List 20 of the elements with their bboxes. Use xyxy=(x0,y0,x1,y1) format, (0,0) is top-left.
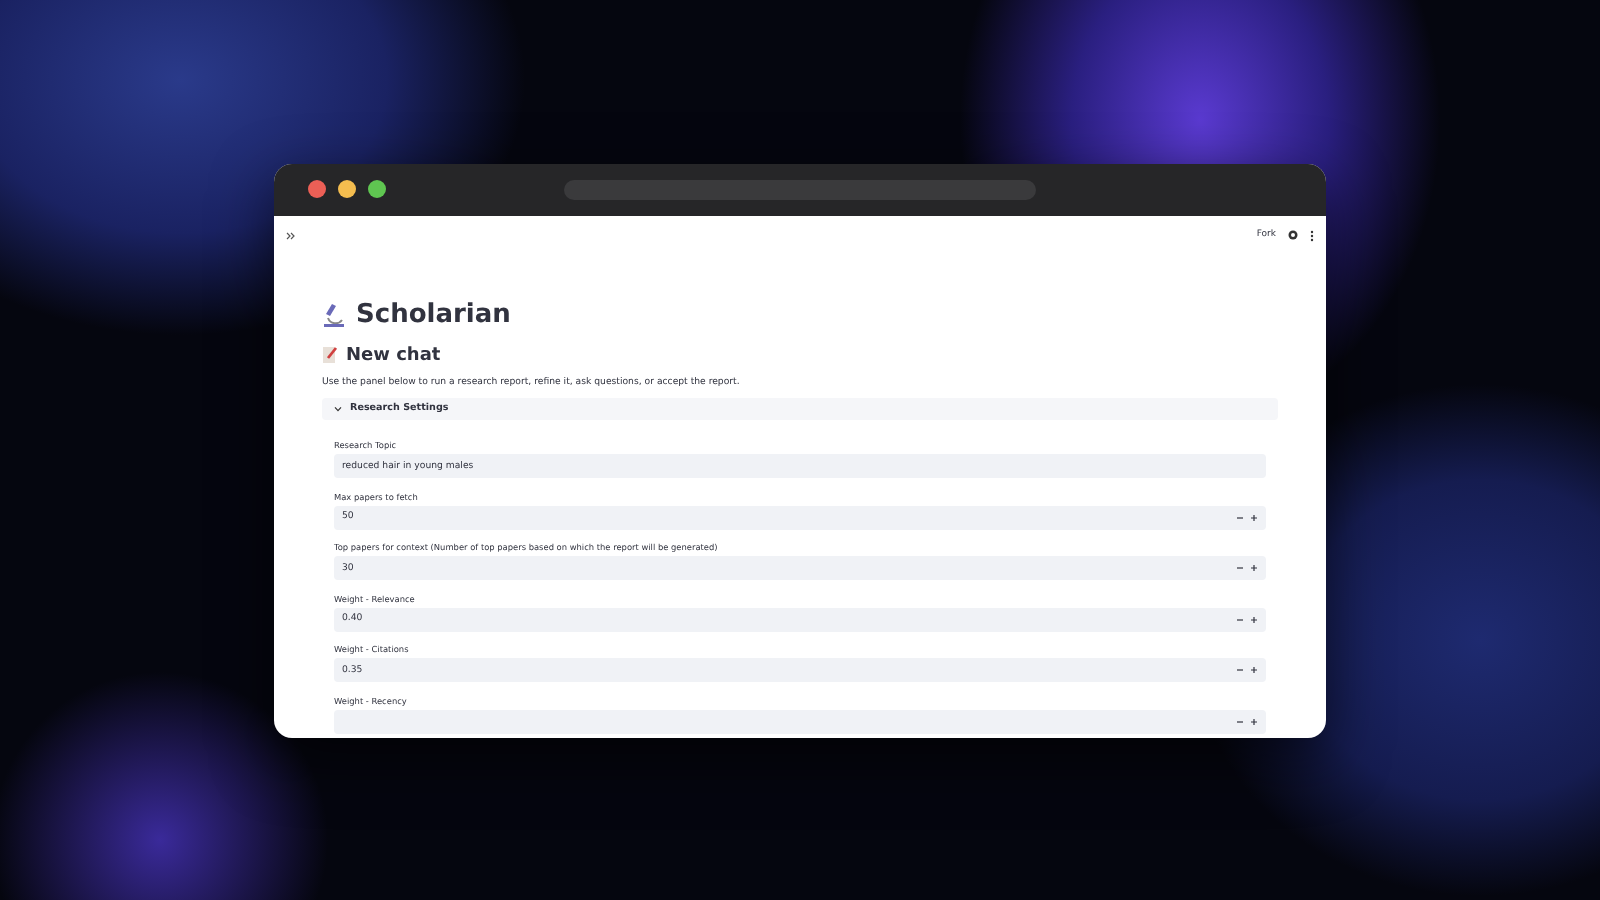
plus-icon[interactable] xyxy=(1250,564,1258,572)
plus-icon[interactable] xyxy=(1250,513,1258,521)
close-icon[interactable] xyxy=(308,180,326,198)
minus-icon[interactable] xyxy=(1236,564,1244,572)
plus-icon[interactable] xyxy=(1250,666,1258,674)
memo-icon xyxy=(322,346,338,364)
chevron-icon xyxy=(334,405,342,411)
minus-icon[interactable] xyxy=(1236,717,1244,725)
maximize-icon[interactable] xyxy=(368,180,386,198)
minus-icon[interactable] xyxy=(1236,513,1244,521)
github-icon[interactable] xyxy=(1288,230,1298,240)
plus-icon[interactable] xyxy=(1250,615,1258,623)
number-input[interactable] xyxy=(334,709,1266,733)
sidebar-toggle-icon[interactable] xyxy=(286,231,296,239)
app-title: Scholarian xyxy=(356,299,511,329)
plus-icon[interactable] xyxy=(1250,717,1258,725)
minus-icon[interactable] xyxy=(1236,615,1244,623)
chat-heading: New chat xyxy=(346,345,441,365)
minimize-icon[interactable] xyxy=(338,180,356,198)
minus-icon[interactable] xyxy=(1236,666,1244,674)
